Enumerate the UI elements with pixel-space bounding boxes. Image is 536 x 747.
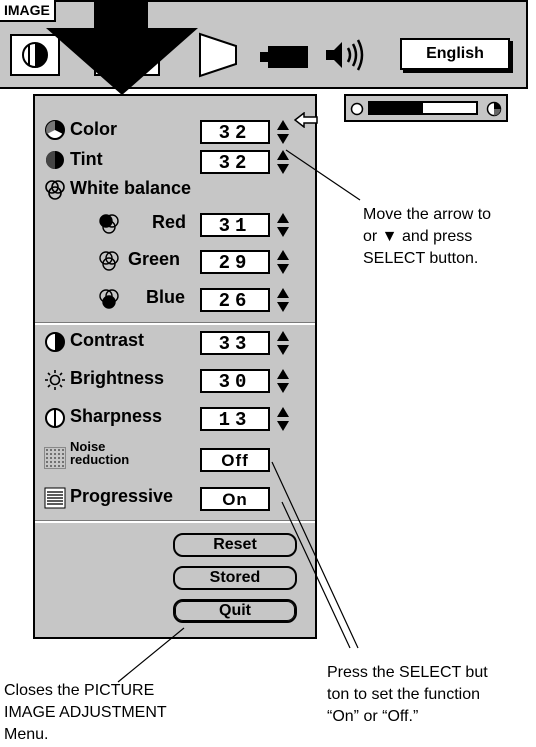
select-note-line1: Press the SELECT but [327,664,488,681]
select-note-line2: ton to set the function [327,686,480,703]
callout-lines [117,149,361,683]
quit-note-line1: Closes the PICTURE [4,682,155,699]
callout-line-quit [117,627,185,683]
arrow-note: Move the arrow to or ▼ and press SELECT … [363,204,491,270]
callout-line-arrow [285,149,361,201]
select-note-line3: “On” or “Off.” [327,708,419,725]
callout-line-progressive [281,501,351,649]
quit-note-line2: IMAGE ADJUSTMENT [4,704,167,721]
arrow-note-line1: Move the arrow to [363,206,492,223]
arrow-note-line2: or ▼ and press [363,228,473,245]
quit-note-line3: Menu. [4,726,49,743]
select-note: Press the SELECT but ton to set the func… [327,662,488,728]
callout-line-noise [271,461,359,649]
quit-note: Closes the PICTURE IMAGE ADJUSTMENT Menu… [4,680,167,746]
arrow-note-line3: SELECT button. [363,250,479,267]
